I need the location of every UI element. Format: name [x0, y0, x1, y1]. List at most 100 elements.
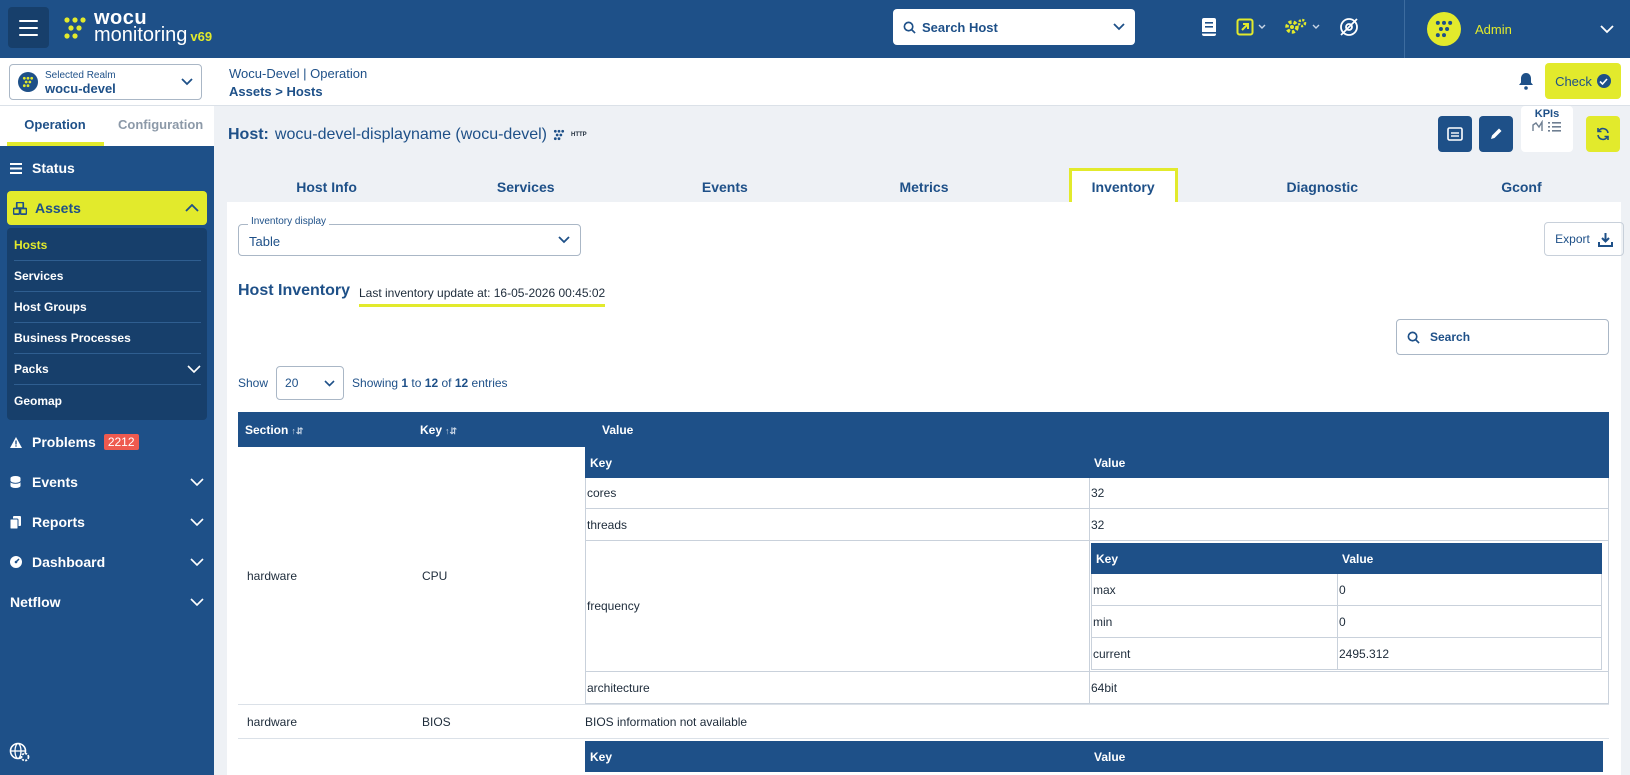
- export-label: Export: [1555, 232, 1590, 246]
- globe-gear-icon: [9, 742, 30, 762]
- column-key[interactable]: Key ↑⇵: [413, 423, 595, 437]
- sidebar-item-status[interactable]: Status: [0, 148, 214, 188]
- external-link-icon: [1236, 18, 1254, 36]
- monitoring-toggle-button[interactable]: [1338, 16, 1360, 38]
- search-host-label: Search Host: [922, 19, 998, 35]
- sidebar-subitem-packs[interactable]: Packs: [14, 354, 201, 385]
- sidebar-subitem-hosts[interactable]: Hosts: [14, 230, 201, 261]
- inventory-display-select[interactable]: Inventory display Table: [238, 216, 581, 256]
- sidebar-subitem-services[interactable]: Services: [14, 261, 201, 292]
- nested-value-header: Value: [1094, 455, 1126, 470]
- page-size-value: 20: [285, 376, 299, 390]
- sub-header: Selected Realm wocu-devel Wocu-Devel | O…: [0, 58, 1630, 106]
- check-icon: [1596, 74, 1611, 88]
- sidebar-subitem-business-processes[interactable]: Business Processes: [14, 323, 201, 354]
- sidebar-subitem-geomap[interactable]: Geomap: [14, 385, 201, 416]
- table-search-input[interactable]: Search: [1396, 319, 1609, 355]
- chevron-down-icon: [190, 478, 204, 486]
- sidebar-item-label: Status: [32, 160, 75, 176]
- column-section[interactable]: Section ↑⇵: [238, 423, 413, 437]
- chevron-down-icon: [1113, 23, 1125, 31]
- docs-button[interactable]: [1200, 17, 1218, 37]
- inventory-display-caption: Inventory display: [248, 216, 330, 227]
- logo-icon: [1435, 20, 1453, 38]
- sidebar-item-events[interactable]: Events: [0, 462, 214, 502]
- breadcrumb-parent[interactable]: Assets >: [229, 84, 286, 99]
- tab-configuration[interactable]: Configuration: [118, 106, 203, 132]
- app-logo[interactable]: wocu monitoring v69: [62, 8, 212, 45]
- nested-table-frequency: Key Value max 0 min 0 current 2495.312: [1091, 543, 1602, 670]
- search-icon: [903, 21, 916, 34]
- tab-operation[interactable]: Operation: [7, 106, 103, 132]
- cell-section: hardware: [247, 568, 298, 583]
- chevron-up-icon: [185, 204, 199, 212]
- realm-selector[interactable]: Selected Realm wocu-devel: [9, 64, 202, 100]
- inventory-table: Section ↑⇵ Key ↑⇵ Value hardware CPU Key V…: [238, 412, 1609, 772]
- gears-icon: [1285, 18, 1307, 34]
- avatar: [1427, 12, 1461, 46]
- table-header: Section ↑⇵ Key ↑⇵ Value: [238, 412, 1609, 447]
- notifications-button[interactable]: [1518, 72, 1534, 93]
- refresh-icon: [1597, 127, 1609, 141]
- edit-host-button[interactable]: [1479, 116, 1513, 152]
- cell-key: BIOS: [422, 714, 451, 729]
- kpis-button[interactable]: KPIs: [1521, 106, 1573, 152]
- top-bar: wocu monitoring v69 Search Host Admin: [0, 0, 1630, 58]
- realm-settings-button[interactable]: [9, 742, 31, 765]
- sidebar: Operation Configuration Status Assets Ho…: [0, 106, 214, 775]
- search-placeholder: Search: [1430, 330, 1471, 344]
- settings-menu[interactable]: [1284, 17, 1320, 37]
- sidebar-item-label: Reports: [32, 514, 85, 530]
- nested-value-header: Value: [1094, 749, 1126, 764]
- sidebar-item-label: Assets: [35, 200, 81, 216]
- table-row: Key Value: [238, 739, 1609, 772]
- copy-icon: [10, 515, 24, 529]
- sidebar-item-netflow[interactable]: Netflow: [0, 582, 214, 622]
- cubes-icon: [13, 201, 27, 215]
- search-host-select[interactable]: Search Host: [893, 9, 1135, 45]
- page-size-select[interactable]: 20: [276, 366, 345, 400]
- column-value: Value: [602, 422, 634, 437]
- cell-section: hardware: [247, 714, 298, 729]
- sidebar-item-label: Events: [32, 474, 78, 490]
- refresh-button[interactable]: [1586, 116, 1620, 152]
- sidebar-item-label: Problems: [32, 434, 96, 450]
- show-label: Show: [238, 376, 269, 390]
- sidebar-item-problems[interactable]: Problems 2212: [0, 422, 214, 462]
- kpi-chart-icon: [1532, 119, 1561, 132]
- check-label: Check: [1555, 73, 1592, 89]
- search-icon: [1407, 331, 1420, 344]
- last-update-text: Last inventory update at: 16-05-2026 00:…: [359, 286, 606, 307]
- http-tag: HTTP: [571, 132, 587, 138]
- sidebar-item-dashboard[interactable]: Dashboard: [0, 542, 214, 582]
- nested-row: max 0: [1091, 574, 1602, 606]
- external-links-menu[interactable]: [1236, 18, 1266, 36]
- chevron-down-icon: [190, 518, 204, 526]
- breadcrumb: Wocu-Devel | Operation Assets > Hosts: [229, 65, 367, 101]
- inventory-title: Host Inventory: [238, 282, 351, 299]
- assets-submenu: Hosts Services Host Groups Business Proc…: [7, 228, 207, 420]
- main-content: Host: wocu-devel-displayname (wocu-devel…: [214, 106, 1630, 775]
- inventory-display-value: Table: [249, 234, 281, 249]
- book-icon: [1202, 18, 1216, 36]
- hamburger-menu-button[interactable]: [8, 7, 49, 48]
- warning-icon: [10, 436, 24, 448]
- check-button[interactable]: Check: [1545, 63, 1621, 99]
- sidebar-subitem-host-groups[interactable]: Host Groups: [14, 292, 201, 323]
- inventory-panel: Inventory display Table Export Host Inve…: [227, 202, 1624, 775]
- export-button[interactable]: Export: [1544, 222, 1624, 256]
- id-card-icon: [1447, 127, 1463, 141]
- nested-row: cores 32: [585, 478, 1609, 509]
- user-menu[interactable]: Admin: [1404, 0, 1630, 58]
- nested-key-header: Key: [590, 455, 613, 470]
- bell-icon: [1519, 73, 1533, 90]
- chevron-down-icon: [1600, 24, 1614, 33]
- sidebar-item-reports[interactable]: Reports: [0, 502, 214, 542]
- host-name: wocu-devel-displayname (wocu-devel): [274, 126, 548, 143]
- download-icon: [1597, 232, 1613, 247]
- nested-key-header: Key: [590, 749, 613, 764]
- database-icon: [10, 476, 24, 488]
- host-details-button[interactable]: [1438, 116, 1472, 152]
- table-row: hardware CPU Key Value cores 32 threads …: [238, 447, 1609, 705]
- sidebar-item-assets[interactable]: Assets: [7, 191, 207, 225]
